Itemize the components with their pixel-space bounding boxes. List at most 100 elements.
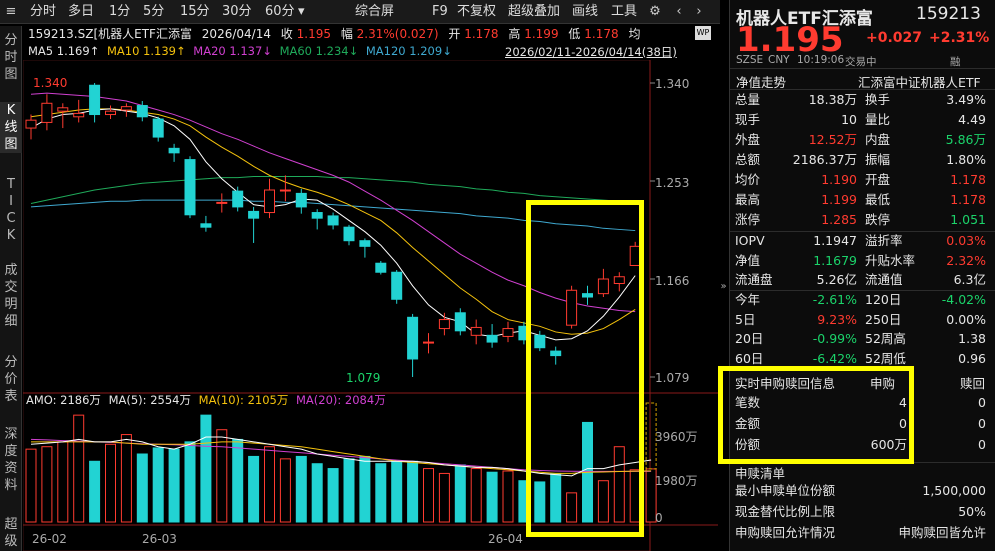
candle-body [391, 271, 403, 300]
volume-bar [73, 414, 85, 523]
candle-body [502, 328, 514, 337]
nav_rows-value: 2.32% [946, 252, 986, 268]
nav-deep-data[interactable]: 深度资料 [0, 426, 22, 494]
redemption-list-title: 申赎清单 [735, 466, 786, 481]
nav_rows-value: 0.03% [946, 233, 986, 248]
price-tick: 1.166 [655, 274, 690, 288]
nav_rows-value: 1.1679 [813, 252, 857, 268]
ma120-legend: MA120 1.209↓ [365, 44, 452, 58]
candle-body [232, 190, 244, 208]
candle-body [57, 107, 69, 112]
nav-tick[interactable]: TICK [0, 176, 22, 244]
ma20-legend: MA20 1.137↓ [193, 44, 272, 58]
volume-bar [295, 455, 307, 523]
tab-multiday[interactable]: 多日 [68, 3, 94, 21]
candle-body [279, 189, 291, 192]
quote_rows-label: 跌停 [865, 212, 891, 227]
next-arrow-icon[interactable]: › [690, 3, 708, 21]
nav_rows-row: 净值 1.1679 升贴水率 2.32% [735, 251, 991, 271]
change-value: 2.31%(0.027) [356, 27, 439, 41]
amo-value: AMO: 2186万 [26, 393, 101, 407]
tools-button[interactable]: 工具 [611, 3, 637, 21]
avg-label: 均 [628, 27, 641, 41]
quote_rows-row: 最高 1.199 最低 1.178 [735, 190, 991, 210]
subscription-col-red: 赎回 [960, 376, 986, 391]
nav-trade-details[interactable]: 成交明细 [0, 262, 22, 330]
draw-line-button[interactable]: 画线 [572, 3, 598, 21]
composite-screen-button[interactable]: 综合屏 [355, 3, 394, 21]
quote_rows-value: 2186.37万 [792, 152, 857, 167]
candle-body [248, 210, 260, 219]
nav-price-table[interactable]: 分价表 [0, 354, 22, 405]
perf_rows-value: 0.00% [946, 311, 986, 327]
price-tick: 1.079 [655, 371, 690, 385]
vol-ma20-legend: MA(20): 2084万 [296, 393, 386, 407]
candle [184, 156, 196, 219]
perf_rows-value: 9.23% [817, 311, 857, 327]
f9-button[interactable]: F9 [432, 3, 448, 21]
candle [327, 212, 339, 230]
nav-intraday-chart[interactable]: 分时图 [0, 32, 22, 83]
security-code-name: 159213.SZ[机器人ETF汇添富 [28, 27, 192, 41]
nav-super[interactable]: 超级 [0, 516, 22, 550]
quote_rows-value: 1.178 [950, 192, 986, 207]
candle-body [264, 189, 275, 214]
candle-body [295, 192, 307, 208]
price-change: +0.027 [866, 30, 923, 46]
candle [359, 238, 371, 258]
quote_rows-label: 开盘 [865, 172, 891, 187]
quote_rows-value: 1.051 [950, 212, 986, 227]
currency: CNY [768, 54, 790, 66]
quote_rows-value: 1.285 [821, 212, 857, 227]
quote_rows-label: 换手 [865, 92, 891, 107]
volume-bar [375, 463, 387, 523]
tab-15min[interactable]: 15分 [180, 3, 210, 21]
kline-info-line: 159213.SZ[机器人ETF汇添富 2026/04/14 收 1.195 幅… [28, 25, 640, 42]
ma5-legend: MA5 1.169↑ [28, 44, 100, 58]
subscription-red: 0 [978, 416, 986, 431]
collapse-panel-icon[interactable]: » [718, 276, 729, 298]
quote_rows-label: 外盘 [735, 132, 761, 147]
trading-status: 交易中 [845, 56, 877, 68]
candle [454, 308, 466, 336]
volume-bar [502, 470, 514, 523]
candle-body [375, 262, 387, 273]
candle-body [359, 240, 371, 247]
close-value: 1.195 [296, 27, 331, 41]
quote_rows-label: 最低 [865, 192, 891, 207]
candle-body [327, 215, 339, 226]
perf_rows-label: 52周高 [865, 331, 906, 346]
volume-bar [454, 464, 466, 523]
perf_rows-value: -2.61% [812, 292, 857, 307]
quote_rows-value: 18.38万 [808, 92, 857, 107]
volume-bar [136, 453, 148, 523]
more-periods-chevron-icon[interactable]: ▾ [298, 3, 305, 21]
prev-arrow-icon[interactable]: ‹ [670, 3, 688, 21]
candle [105, 105, 116, 120]
super-overlay-button[interactable]: 超级叠加 [508, 3, 560, 21]
date-tick: 26-04 [488, 532, 523, 546]
volume-bar [25, 448, 37, 523]
candle-body [168, 147, 180, 154]
volume-bar [216, 429, 228, 523]
wp-icon[interactable]: WP [695, 26, 711, 40]
volume-bar [184, 441, 196, 523]
nav-kline-chart[interactable]: K线图 [0, 102, 22, 153]
nav_rows-label: 溢折率 [865, 233, 903, 248]
volume-bar [248, 455, 260, 523]
settings-icon[interactable]: ≡ [2, 3, 20, 21]
kline-date: 2026/04/14 [201, 27, 271, 41]
tab-30min[interactable]: 30分 [222, 3, 252, 21]
panel-highlight-box [718, 366, 914, 464]
date-range[interactable]: 2026/02/11-2026/04/14(38日) [505, 44, 677, 60]
gear-icon[interactable]: ⚙ [646, 3, 664, 21]
tab-1min[interactable]: 1分 [109, 3, 130, 21]
tab-5min[interactable]: 5分 [143, 3, 164, 21]
volume-bar [200, 414, 212, 523]
tab-intraday[interactable]: 分时 [30, 3, 56, 21]
redemption-list-label: 最小申赎单位份额 [735, 483, 836, 498]
tab-60min[interactable]: 60分 [265, 3, 295, 21]
vol-ma5-legend: MA(5): 2554万 [108, 393, 191, 407]
chart-highlight-box [526, 200, 644, 537]
no-adjust-button[interactable]: 不复权 [457, 3, 496, 21]
